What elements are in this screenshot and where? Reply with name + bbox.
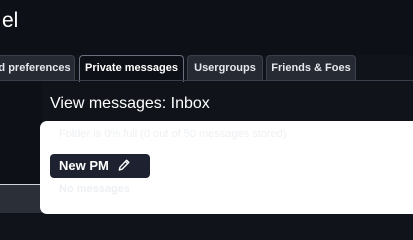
view-heading: View messages: Inbox — [50, 95, 210, 112]
pencil-icon — [119, 159, 130, 171]
page-title: el — [2, 9, 19, 32]
tab-usergroups[interactable]: Usergroups — [187, 55, 263, 81]
tabs-divider — [0, 80, 413, 81]
tab-private-messages[interactable]: Private messages — [79, 55, 184, 82]
message-panel: Folder is 0% full (0 out of 50 messages … — [40, 121, 413, 214]
tab-board-preferences[interactable]: d preferences — [0, 55, 75, 81]
sidebar-lower-item[interactable] — [0, 185, 42, 213]
new-pm-label: New PM — [59, 158, 109, 173]
tab-friends-foes[interactable]: Friends & Foes — [266, 55, 356, 81]
new-pm-button[interactable]: New PM — [50, 154, 150, 178]
header-band: el — [0, 0, 413, 55]
tab-strip: d preferences Private messages Usergroup… — [0, 55, 413, 82]
folder-status: Folder is 0% full (0 out of 50 messages … — [59, 128, 287, 140]
empty-message: No messages — [59, 183, 130, 195]
sidebar — [0, 81, 42, 184]
